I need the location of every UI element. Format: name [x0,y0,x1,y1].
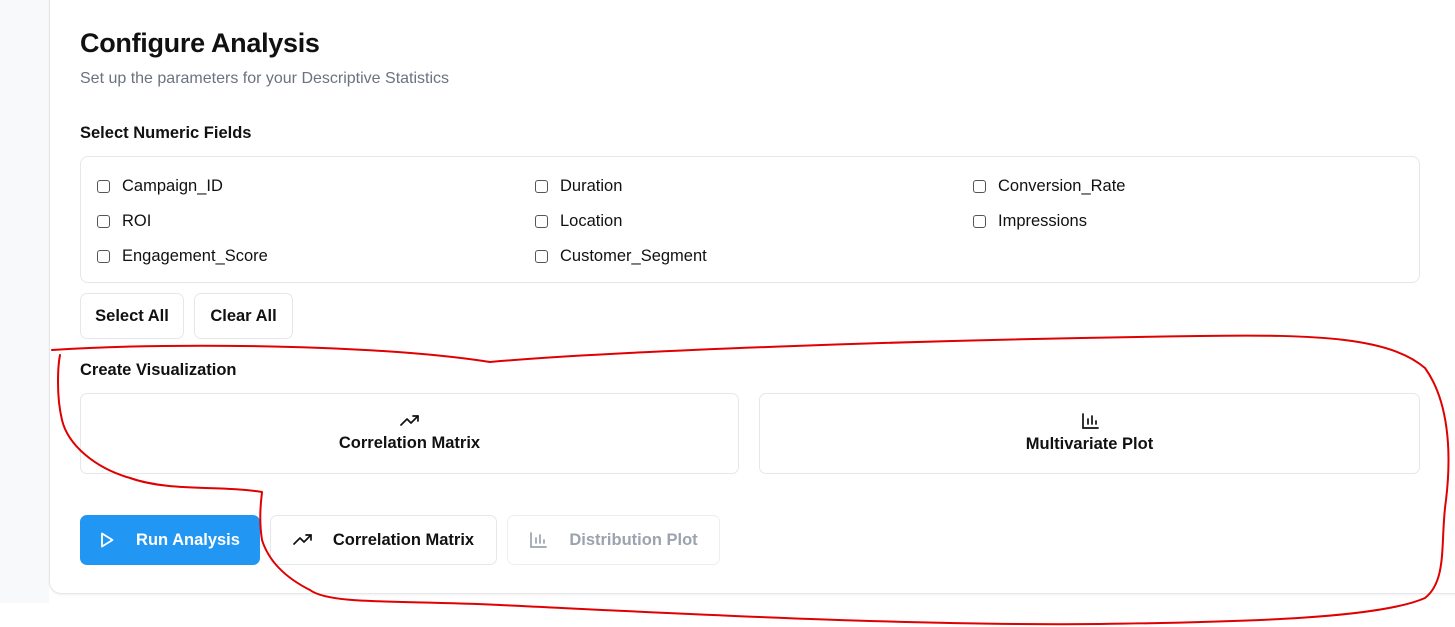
field-label: Location [560,211,623,230]
correlation-matrix-card-label: Correlation Matrix [338,434,481,452]
multivariate-plot-card-label: Multivariate Plot [1025,435,1154,453]
field-checkbox-conversion-rate[interactable]: Conversion_Rate [973,175,1126,197]
run-analysis-label: Run Analysis [136,530,240,549]
field-label: Impressions [998,211,1087,230]
correlation-matrix-button[interactable]: Correlation Matrix [270,515,497,565]
checkbox[interactable] [97,179,110,193]
correlation-matrix-card[interactable]: Correlation Matrix [80,393,739,474]
checkbox[interactable] [97,249,110,263]
page-subtitle: Set up the parameters for your Descripti… [80,70,450,87]
correlation-matrix-button-label: Correlation Matrix [332,530,475,549]
field-label: ROI [122,211,152,230]
trending-up-icon [399,414,420,428]
field-checkbox-roi[interactable]: ROI [97,210,151,232]
field-label: Customer_Segment [560,246,707,265]
field-label: Campaign_ID [122,176,223,195]
create-visualization-label: Create Visualization [80,361,237,379]
select-all-button[interactable]: Select All [80,293,184,339]
distribution-plot-button[interactable]: Distribution Plot [507,515,720,565]
checkbox[interactable] [535,179,548,193]
page-background-strip [0,0,49,603]
page-title: Configure Analysis [80,28,320,58]
multivariate-plot-card[interactable]: Multivariate Plot [759,393,1420,474]
distribution-plot-button-label: Distribution Plot [569,530,698,549]
field-label: Conversion_Rate [998,176,1126,195]
field-label: Duration [560,176,623,195]
field-checkbox-location[interactable]: Location [535,210,622,232]
run-analysis-button[interactable]: Run Analysis [80,515,260,565]
checkbox[interactable] [973,214,986,228]
checkbox[interactable] [535,249,548,263]
field-checkbox-duration[interactable]: Duration [535,175,622,197]
numeric-fields-label: Select Numeric Fields [80,124,252,142]
field-checkbox-customer-segment[interactable]: Customer_Segment [535,245,707,267]
bar-chart-icon [529,532,548,548]
numeric-fields-box: Campaign_ID Duration Conversion_Rate ROI… [80,156,1420,283]
field-checkbox-campaign-id[interactable]: Campaign_ID [97,175,223,197]
field-checkbox-impressions[interactable]: Impressions [973,210,1087,232]
play-icon [100,532,114,548]
bar-chart-icon [1081,413,1099,429]
checkbox[interactable] [973,179,986,193]
trending-up-icon [293,533,313,547]
checkbox[interactable] [535,214,548,228]
field-checkbox-engagement-score[interactable]: Engagement_Score [97,245,268,267]
clear-all-button[interactable]: Clear All [194,293,293,339]
field-label: Engagement_Score [122,246,268,265]
checkbox[interactable] [97,214,110,228]
